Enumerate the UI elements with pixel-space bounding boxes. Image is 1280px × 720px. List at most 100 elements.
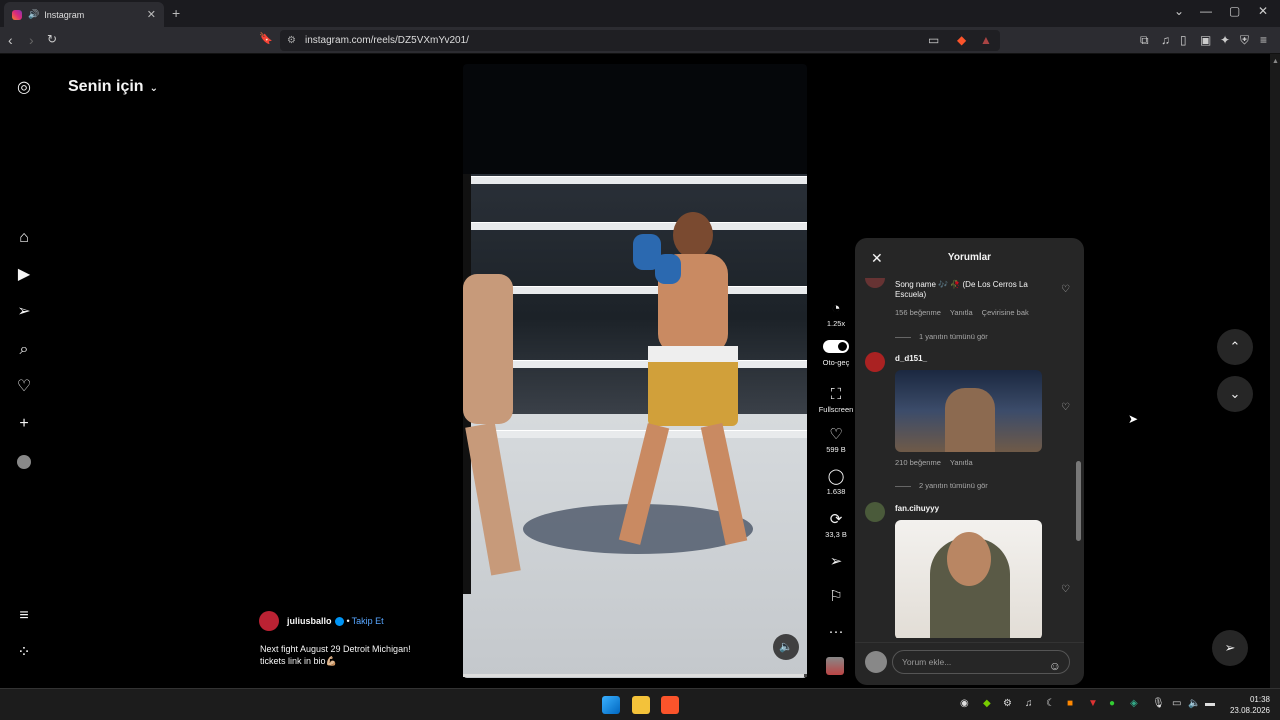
brave-shields-icon[interactable]: ◆ <box>957 33 966 47</box>
home-icon[interactable]: ⌂ <box>14 228 34 248</box>
comment-image[interactable] <box>895 370 1042 452</box>
comment-like-icon[interactable]: ♡ <box>1061 284 1070 295</box>
cast-icon[interactable]: ▭ <box>928 33 939 47</box>
user-avatar <box>865 651 887 673</box>
view-replies-button[interactable]: 2 yanıtın tümünü gör <box>895 481 988 490</box>
back-button[interactable]: ‹ <box>8 32 13 48</box>
search-icon[interactable]: ⌕ <box>14 340 34 360</box>
feed-selector[interactable]: Senin için ⌄ <box>68 78 158 96</box>
volume-icon[interactable]: 🔈 <box>1188 698 1200 709</box>
share-button[interactable]: ➢ <box>814 552 858 572</box>
menu-icon[interactable]: ≡ <box>14 606 34 626</box>
start-button[interactable] <box>602 696 620 714</box>
volume-button[interactable]: 🔈 <box>773 634 799 660</box>
author-avatar[interactable] <box>259 611 279 631</box>
comments-scrollbar[interactable] <box>1076 286 1081 634</box>
comment-text: Song name 🎶 🥀 (De Los Cerros La Escuela) <box>895 280 1028 299</box>
clock-time: 01:38 <box>1249 695 1270 704</box>
comment-gif[interactable] <box>895 520 1042 638</box>
file-explorer-icon[interactable] <box>632 696 650 714</box>
translate-button[interactable]: Çevirisine bak <box>982 308 1029 317</box>
tray-icon[interactable]: ● <box>1109 698 1115 709</box>
repost-button[interactable]: ⟳ 33,3 B <box>814 510 858 539</box>
send-icon[interactable]: ➢ <box>14 302 34 322</box>
follow-button[interactable]: Takip Et <box>352 616 384 626</box>
browser-tab-instagram[interactable]: 🔊 Instagram ✕ <box>4 2 164 27</box>
video-progress-bar[interactable] <box>463 674 807 677</box>
bookmark-icon[interactable]: 🔖 <box>259 32 273 45</box>
close-tab-icon[interactable]: ✕ <box>147 8 156 21</box>
view-replies-button[interactable]: 1 yanıtın tümünü gör <box>895 332 988 341</box>
reel-video[interactable] <box>463 64 807 678</box>
network-icon[interactable]: ▭ <box>1172 698 1181 709</box>
more-options-button[interactable]: ··· <box>814 623 858 642</box>
new-tab-button[interactable]: + <box>172 5 180 21</box>
previous-reel-button[interactable]: ⌃ <box>1217 329 1253 365</box>
browser-menu-icon[interactable]: ≡ <box>1260 33 1267 47</box>
page-scrollbar[interactable]: ▲ <box>1270 54 1280 688</box>
profile-avatar[interactable] <box>14 452 34 472</box>
comment-likes[interactable]: 210 beğenme <box>895 458 941 467</box>
reply-button[interactable]: Yanıtla <box>950 308 973 317</box>
tray-icon[interactable]: ◆ <box>983 698 991 709</box>
tray-icon[interactable]: ☾ <box>1046 698 1055 709</box>
tray-icon[interactable]: ◈ <box>1130 698 1138 709</box>
tray-icon[interactable]: ⚙ <box>1003 698 1012 709</box>
apps-icon[interactable]: ⁘ <box>14 643 34 663</box>
comment-likes[interactable]: 156 beğenme <box>895 308 941 317</box>
comment-avatar[interactable] <box>865 502 885 522</box>
autoplay-toggle[interactable]: Oto-geç <box>814 340 858 367</box>
comment-input[interactable]: Yorum ekle... ☺ <box>892 650 1070 674</box>
comment-username[interactable]: d_d151_ <box>895 354 927 363</box>
comment-avatar[interactable] <box>865 278 885 288</box>
comment-username[interactable]: fan.cihuyyy <box>895 504 939 513</box>
instagram-logo-icon[interactable]: ◎ <box>14 78 34 98</box>
scroll-up-icon[interactable]: ▲ <box>1272 58 1279 65</box>
fullscreen-button[interactable]: ⛶ Fullscreen <box>814 386 858 414</box>
battery-icon[interactable]: ▬ <box>1205 698 1215 709</box>
minimize-button[interactable]: — <box>1200 4 1212 18</box>
heart-icon[interactable]: ♡ <box>14 377 34 397</box>
leo-ai-icon[interactable]: ✦ <box>1220 33 1230 47</box>
brave-rewards-icon[interactable]: ▲ <box>980 33 992 47</box>
headphones-icon[interactable]: ♫ <box>1025 698 1033 709</box>
system-clock[interactable]: 01:38 23.08.2026 <box>1230 694 1270 716</box>
like-button[interactable]: ♡ 599 B <box>814 425 858 454</box>
comments-list[interactable]: Song name 🎶 🥀 (De Los Cerros La Escuela)… <box>855 278 1084 638</box>
reels-icon[interactable]: ▶ <box>14 265 34 285</box>
scrollbar-thumb[interactable] <box>1076 461 1081 541</box>
next-reel-button[interactable]: ⌄ <box>1217 376 1253 412</box>
wallet-icon[interactable]: ▣ <box>1200 33 1211 47</box>
media-icon[interactable]: ♫ <box>1161 33 1170 47</box>
close-window-button[interactable]: ✕ <box>1258 4 1268 18</box>
forward-button[interactable]: › <box>29 32 34 48</box>
extensions-icon[interactable]: ⧉ <box>1140 33 1149 48</box>
microphone-icon[interactable]: 🎙 <box>1152 698 1165 709</box>
brave-browser-icon[interactable] <box>661 696 679 714</box>
reload-button[interactable]: ↻ <box>47 32 57 46</box>
heart-icon: ♡ <box>829 426 843 443</box>
audio-thumbnail[interactable] <box>826 657 844 675</box>
tray-icon[interactable]: ◉ <box>960 698 969 709</box>
tab-search-chevron-icon[interactable]: ⌄ <box>1174 4 1184 18</box>
tray-icon[interactable]: ■ <box>1067 698 1073 709</box>
comment-avatar[interactable] <box>865 352 885 372</box>
comment-button[interactable]: ◯ 1.638 <box>814 467 858 496</box>
speaker-icon[interactable]: 🔊 <box>28 9 39 20</box>
maximize-button[interactable]: ▢ <box>1229 4 1240 18</box>
emoji-icon[interactable]: ☺ <box>1049 655 1061 677</box>
comment-like-icon[interactable]: ♡ <box>1061 402 1070 413</box>
site-info-icon[interactable]: ⚙ <box>287 30 296 51</box>
plus-icon[interactable]: + <box>14 414 34 434</box>
author-username[interactable]: juliusballo <box>287 616 332 626</box>
tray-icon[interactable]: ▼ <box>1088 698 1098 709</box>
comment-like-icon[interactable]: ♡ <box>1061 584 1070 595</box>
save-button[interactable]: ⚐ <box>814 587 858 607</box>
address-bar[interactable]: ⚙ instagram.com/reels/DZ5VXmYv201/ <box>280 30 1000 51</box>
sidebar-icon[interactable]: ▯ <box>1180 33 1187 47</box>
speed-button[interactable]: ◔ 1.25x <box>814 300 858 328</box>
reply-button[interactable]: Yanıtla <box>950 458 973 467</box>
vpn-icon[interactable]: ⛨ <box>1240 33 1249 48</box>
messages-button[interactable]: ➢ <box>1212 630 1248 666</box>
speed-label: 1.25x <box>826 319 846 328</box>
